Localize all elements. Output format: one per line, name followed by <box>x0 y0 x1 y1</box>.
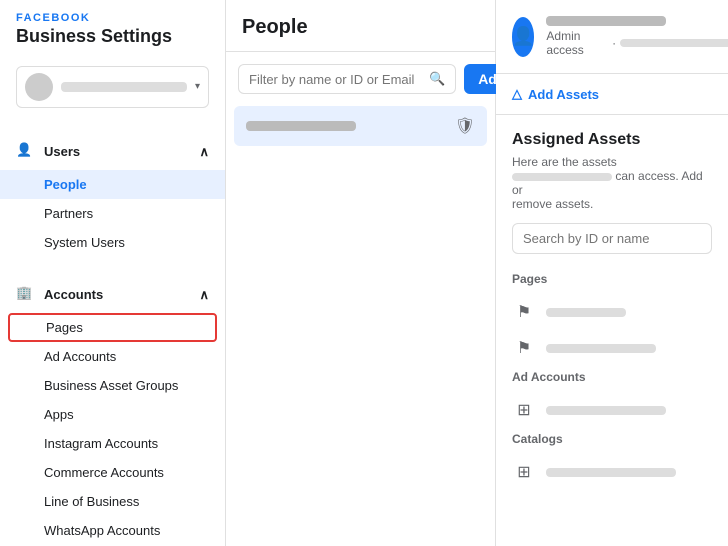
user-email <box>620 39 728 47</box>
sidebar-item-commerce-accounts[interactable]: Commerce Accounts <box>0 458 225 487</box>
panel-title: People <box>226 0 495 52</box>
asset-item-ad-1: ⊞ <box>512 392 712 428</box>
sidebar-item-apps[interactable]: Apps <box>0 400 225 429</box>
content-area: People 🔍 Add 🛡 👤 Admin access <box>226 0 728 546</box>
sidebar-item-business-asset-groups[interactable]: Business Asset Groups <box>0 371 225 400</box>
avatar <box>25 73 53 101</box>
shield-icon: 🛡 <box>455 116 475 136</box>
asset-item-catalog-1: ⊞ <box>512 454 712 490</box>
assigned-assets-section: Assigned Assets Here are the assets can … <box>496 115 728 506</box>
business-selector[interactable]: ▾ <box>16 66 209 108</box>
sidebar-item-partners[interactable]: Partners <box>0 199 225 228</box>
add-assets-icon: △ <box>512 86 522 102</box>
catalog-name-1 <box>546 468 676 477</box>
facebook-logo: FACEBOOK <box>16 12 209 24</box>
user-role: Admin access · <box>546 29 728 57</box>
desc-name-blur <box>512 173 612 181</box>
sidebar-item-ad-accounts[interactable]: Ad Accounts <box>0 342 225 371</box>
page-icon-2: ⚑ <box>512 336 536 360</box>
ad-accounts-category-label: Ad Accounts <box>512 370 712 384</box>
chevron-up-icon-2: ∧ <box>199 287 209 303</box>
user-avatar: 👤 <box>512 17 534 57</box>
chevron-up-icon: ∧ <box>199 144 209 160</box>
page-icon-1: ⚑ <box>512 300 536 324</box>
sidebar-section-users: 👤 Users ∧ People Partners System Users <box>0 130 225 261</box>
accounts-icon: 🏢 <box>16 285 36 305</box>
admin-access-label: Admin access <box>546 29 608 57</box>
asset-item-page-2: ⚑ <box>512 330 712 366</box>
details-header: 👤 Admin access · <box>496 0 728 74</box>
main-content: People 🔍 Add 🛡 👤 Admin access <box>226 0 728 546</box>
accounts-section-left: 🏢 Accounts <box>16 285 103 305</box>
search-input[interactable] <box>249 72 425 87</box>
search-icon: 🔍 <box>429 71 445 87</box>
ad-account-name-1 <box>546 406 666 415</box>
ad-account-icon-1: ⊞ <box>512 398 536 422</box>
app-title: Business Settings <box>16 26 209 48</box>
sidebar-item-system-users[interactable]: System Users <box>0 228 225 257</box>
users-icon: 👤 <box>16 142 36 162</box>
assigned-assets-desc: Here are the assets can access. Add or r… <box>512 155 712 211</box>
person-name <box>246 121 356 131</box>
users-section-left: 👤 Users <box>16 142 80 162</box>
search-assets-input[interactable] <box>512 223 712 254</box>
page-name-2 <box>546 344 656 353</box>
person-row[interactable]: 🛡 <box>234 106 487 146</box>
sidebar-header: FACEBOOK Business Settings <box>0 0 225 56</box>
sidebar-item-people[interactable]: People <box>0 170 225 199</box>
sidebar: FACEBOOK Business Settings ▾ 👤 Users ∧ P… <box>0 0 226 546</box>
add-assets-label: Add Assets <box>528 87 599 102</box>
catalog-icon-1: ⊞ <box>512 460 536 484</box>
people-panel: People 🔍 Add 🛡 <box>226 0 496 546</box>
catalogs-category-label: Catalogs <box>512 432 712 446</box>
user-info: Admin access · <box>546 16 728 57</box>
pages-category-label: Pages <box>512 272 712 286</box>
sidebar-item-line-of-business[interactable]: Line of Business <box>0 487 225 516</box>
add-assets-button[interactable]: △ Add Assets <box>496 74 728 115</box>
page-name-1 <box>546 308 626 317</box>
users-section-header[interactable]: 👤 Users ∧ <box>0 134 225 170</box>
user-name <box>546 16 666 26</box>
filter-row: 🔍 Add <box>226 52 495 106</box>
sidebar-section-accounts: 🏢 Accounts ∧ Pages ◄ Ad Accounts Busines… <box>0 273 225 546</box>
assigned-assets-title: Assigned Assets <box>512 131 712 149</box>
asset-item-page-1: ⚑ <box>512 294 712 330</box>
sidebar-item-whatsapp-accounts[interactable]: WhatsApp Accounts <box>0 516 225 545</box>
sidebar-item-instagram-accounts[interactable]: Instagram Accounts <box>0 429 225 458</box>
chevron-down-icon: ▾ <box>195 81 200 92</box>
desc-text: Here are the assets <box>512 155 617 169</box>
details-panel: 👤 Admin access · △ Add Assets Assigned A… <box>496 0 728 546</box>
users-section-label: Users <box>44 144 80 159</box>
sidebar-item-pages[interactable]: Pages <box>8 313 217 342</box>
filter-input-wrap[interactable]: 🔍 <box>238 64 456 94</box>
dot-separator: · <box>612 36 616 50</box>
accounts-section-header[interactable]: 🏢 Accounts ∧ <box>0 277 225 313</box>
pages-item-wrapper: Pages ◄ <box>0 313 225 342</box>
remove-assets-note: remove assets. <box>512 197 593 211</box>
accounts-section-label: Accounts <box>44 287 103 302</box>
business-name <box>61 82 187 92</box>
